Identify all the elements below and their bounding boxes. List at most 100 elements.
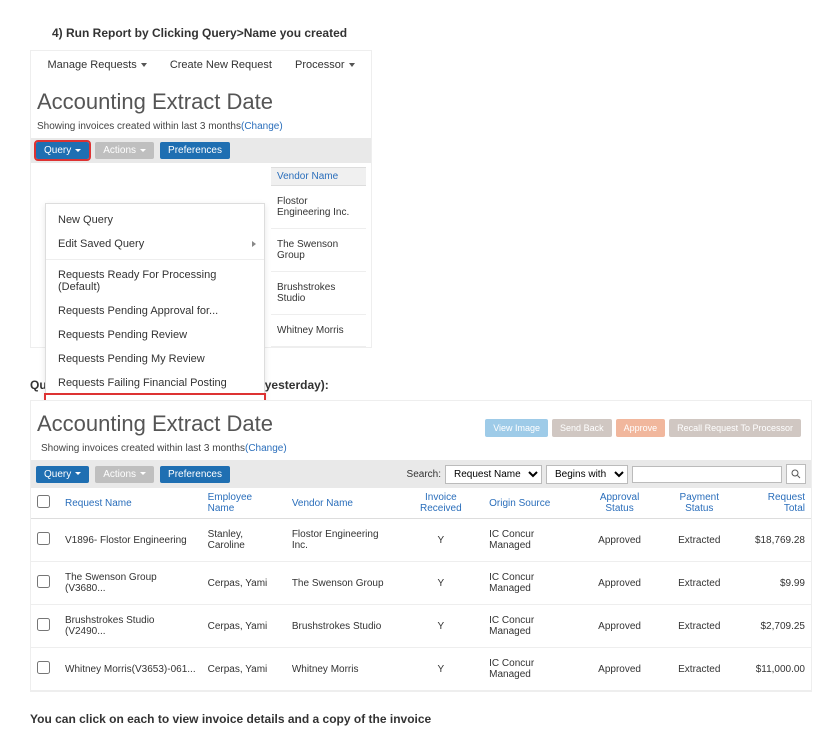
row-checkbox[interactable] <box>37 661 50 674</box>
cell-request-name: Whitney Morris(V3653)-061... <box>59 648 202 691</box>
toolbar: Query Actions Preferences <box>31 138 371 163</box>
query-dropdown-menu: New Query Edit Saved Query Requests Read… <box>45 203 265 424</box>
col-invoice-received[interactable]: Invoice Received <box>399 488 484 519</box>
actions-button[interactable]: Actions <box>95 142 154 159</box>
preferences-button[interactable]: Preferences <box>160 466 230 483</box>
cell-employee: Cerpas, Yami <box>202 605 286 648</box>
chevron-down-icon <box>349 63 355 67</box>
table-row[interactable]: The Swenson Group (V3680...Cerpas, YamiT… <box>31 562 811 605</box>
search-op-select[interactable]: Begins with <box>546 465 628 484</box>
filter-text: Showing invoices created within last 3 m… <box>31 441 811 460</box>
page-title: Accounting Extract Date <box>31 79 371 119</box>
menu-pending-review[interactable]: Requests Pending Review <box>46 323 264 347</box>
cell-received: Y <box>399 605 484 648</box>
cell-payment: Extracted <box>659 605 739 648</box>
cell-vendor: Flostor Engineering Inc. <box>286 519 399 562</box>
cell-total: $18,769.28 <box>739 519 811 562</box>
cell-origin: IC Concur Managed <box>483 648 580 691</box>
cell-vendor: Whitney Morris <box>286 648 399 691</box>
cell-employee: Cerpas, Yami <box>202 562 286 605</box>
vendor-cell: The Swenson Group <box>271 229 366 272</box>
search-icon <box>791 469 801 479</box>
vendor-cell: Brushstrokes Studio <box>271 272 366 315</box>
cell-origin: IC Concur Managed <box>483 519 580 562</box>
filter-text: Showing invoices created within last 3 m… <box>31 119 371 138</box>
col-payment[interactable]: Payment Status <box>659 488 739 519</box>
nav-processor[interactable]: Processor <box>295 59 355 71</box>
search-label: Search: <box>407 469 441 480</box>
query-button[interactable]: Query <box>36 142 89 159</box>
vendor-cell: Flostor Engineering Inc. <box>271 186 366 229</box>
col-origin[interactable]: Origin Source <box>483 488 580 519</box>
table-row[interactable]: V1896- Flostor EngineeringStanley, Carol… <box>31 519 811 562</box>
query-button[interactable]: Query <box>36 466 89 483</box>
cell-payment: Extracted <box>659 519 739 562</box>
row-checkbox[interactable] <box>37 618 50 631</box>
cell-payment: Extracted <box>659 648 739 691</box>
actions-button[interactable]: Actions <box>95 466 154 483</box>
chevron-down-icon <box>75 472 81 475</box>
cell-total: $9.99 <box>739 562 811 605</box>
recall-button[interactable]: Recall Request To Processor <box>669 419 801 437</box>
cell-total: $2,709.25 <box>739 605 811 648</box>
action-buttons: View Image Send Back Approve Recall Requ… <box>485 419 801 437</box>
cell-received: Y <box>399 562 484 605</box>
table-row[interactable]: Whitney Morris(V3653)-061...Cerpas, Yami… <box>31 648 811 691</box>
menu-edit-saved[interactable]: Edit Saved Query <box>46 232 264 256</box>
cell-employee: Cerpas, Yami <box>202 648 286 691</box>
cell-approval: Approved <box>580 648 660 691</box>
cell-received: Y <box>399 519 484 562</box>
col-vendor[interactable]: Vendor Name <box>286 488 399 519</box>
screenshot-query-menu: Manage Requests Create New Request Proce… <box>30 50 372 348</box>
send-back-button[interactable]: Send Back <box>552 419 612 437</box>
cell-request-name: V1896- Flostor Engineering <box>59 519 202 562</box>
select-all-checkbox[interactable] <box>37 495 50 508</box>
cell-employee: Stanley, Caroline <box>202 519 286 562</box>
cell-origin: IC Concur Managed <box>483 562 580 605</box>
change-link[interactable]: (Change) <box>245 443 287 454</box>
cell-vendor: The Swenson Group <box>286 562 399 605</box>
toolbar-and-search: Query Actions Preferences Search: Reques… <box>31 460 811 488</box>
cell-request-name: Brushstrokes Studio (V2490... <box>59 605 202 648</box>
nav-manage-requests[interactable]: Manage Requests <box>47 59 146 71</box>
results-table: Request Name Employee Name Vendor Name I… <box>31 488 811 691</box>
cell-payment: Extracted <box>659 562 739 605</box>
chevron-down-icon <box>141 63 147 67</box>
screenshot-results: Accounting Extract Date View Image Send … <box>30 400 812 692</box>
col-total[interactable]: Request Total <box>739 488 811 519</box>
preferences-button[interactable]: Preferences <box>160 142 230 159</box>
view-image-button[interactable]: View Image <box>485 419 548 437</box>
cell-approval: Approved <box>580 519 660 562</box>
change-link[interactable]: (Change) <box>241 121 283 132</box>
chevron-right-icon <box>252 241 256 247</box>
footer-note: You can click on each to view invoice de… <box>30 712 808 726</box>
approve-button[interactable]: Approve <box>616 419 666 437</box>
cell-total: $11,000.00 <box>739 648 811 691</box>
cell-approval: Approved <box>580 562 660 605</box>
col-approval[interactable]: Approval Status <box>580 488 660 519</box>
search-field-select[interactable]: Request Name <box>445 465 542 484</box>
table-row[interactable]: Brushstrokes Studio (V2490...Cerpas, Yam… <box>31 605 811 648</box>
cell-received: Y <box>399 648 484 691</box>
menu-new-query[interactable]: New Query <box>46 208 264 232</box>
cell-request-name: The Swenson Group (V3680... <box>59 562 202 605</box>
row-checkbox[interactable] <box>37 532 50 545</box>
search-button[interactable] <box>786 464 806 484</box>
top-nav: Manage Requests Create New Request Proce… <box>31 51 371 79</box>
menu-requests-ready[interactable]: Requests Ready For Processing (Default) <box>46 263 264 299</box>
cell-origin: IC Concur Managed <box>483 605 580 648</box>
menu-separator <box>46 259 264 260</box>
chevron-down-icon <box>75 149 81 152</box>
menu-pending-my-review[interactable]: Requests Pending My Review <box>46 347 264 371</box>
menu-pending-approval[interactable]: Requests Pending Approval for... <box>46 299 264 323</box>
cell-vendor: Brushstrokes Studio <box>286 605 399 648</box>
nav-create-request[interactable]: Create New Request <box>170 59 272 71</box>
vendor-header[interactable]: Vendor Name <box>271 167 366 186</box>
menu-failing-posting[interactable]: Requests Failing Financial Posting <box>46 371 264 395</box>
row-checkbox[interactable] <box>37 575 50 588</box>
col-request-name[interactable]: Request Name <box>59 488 202 519</box>
col-employee[interactable]: Employee Name <box>202 488 286 519</box>
search-controls: Search: Request Name Begins with <box>407 464 806 484</box>
search-input[interactable] <box>632 466 782 483</box>
step-title: 4) Run Report by Clicking Query>Name you… <box>52 26 808 40</box>
